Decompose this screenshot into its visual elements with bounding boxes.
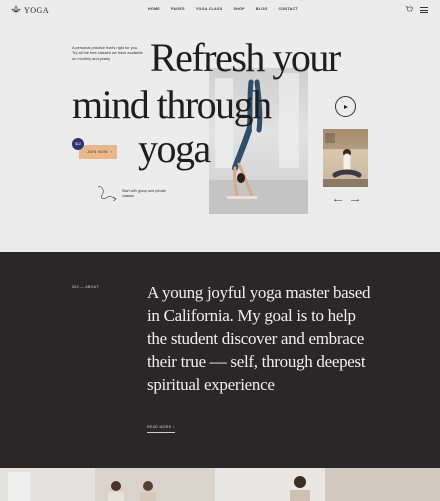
section-label: 002 — ABOUT <box>72 285 100 289</box>
headline-line-1: Refresh your <box>150 35 341 80</box>
arrow-right-icon: › <box>110 150 113 154</box>
hero-section: YOGA HOME PAGES YOGA CLASS SHOP BLOG CON… <box>0 0 440 252</box>
menu-icon[interactable] <box>420 7 428 15</box>
price-badge: $12 <box>72 138 84 150</box>
nav-item-contact[interactable]: CONTACT <box>278 7 297 11</box>
read-more-link[interactable]: READ MORE › <box>147 425 175 433</box>
nav-item-shop[interactable]: SHOP <box>233 7 244 11</box>
join-now-label: JOIN NOW <box>87 150 108 154</box>
lotus-icon <box>11 5 21 13</box>
about-paragraph: A young joyful yoga master based in Cali… <box>147 283 371 394</box>
join-now-button[interactable]: JOIN NOW › <box>79 145 117 159</box>
headline-line-3: yoga <box>138 126 211 171</box>
play-icon <box>344 104 348 109</box>
nav-item-pages[interactable]: PAGES <box>171 7 185 11</box>
start-classes-text: Start with group and private classes <box>122 189 166 198</box>
nav-item-yoga-class[interactable]: YOGA CLASS <box>196 7 223 11</box>
cart-icon[interactable] <box>405 5 413 13</box>
intro-text: A personal practice that's right for you… <box>72 45 143 61</box>
gallery-photos <box>0 468 440 501</box>
gallery-strip <box>0 468 440 501</box>
nav-item-blog[interactable]: BLOG <box>256 7 268 11</box>
main-menu: HOME PAGES YOGA CLASS SHOP BLOG CONTACT <box>148 7 298 11</box>
arrow-right-icon[interactable]: ⟶ <box>351 197 360 204</box>
about-section: 002 — ABOUT A young joyful yoga master b… <box>0 252 440 468</box>
headline-line-2: mind through <box>72 82 272 127</box>
class-photo[interactable] <box>323 129 368 187</box>
carousel-arrows: ⟵ ⟶ <box>334 197 359 204</box>
top-nav: YOGA HOME PAGES YOGA CLASS SHOP BLOG CON… <box>0 0 440 20</box>
arrow-right-icon: › <box>172 425 175 429</box>
read-more-label: READ MORE <box>147 425 172 429</box>
logo[interactable]: YOGA <box>11 5 49 15</box>
arrow-left-icon[interactable]: ⟵ <box>334 197 343 204</box>
meditation-illustration <box>323 129 368 187</box>
nav-item-home[interactable]: HOME <box>148 7 160 11</box>
play-video-button[interactable] <box>335 96 356 117</box>
squiggle-arrow-icon <box>97 186 117 202</box>
brand-name: YOGA <box>24 5 50 15</box>
